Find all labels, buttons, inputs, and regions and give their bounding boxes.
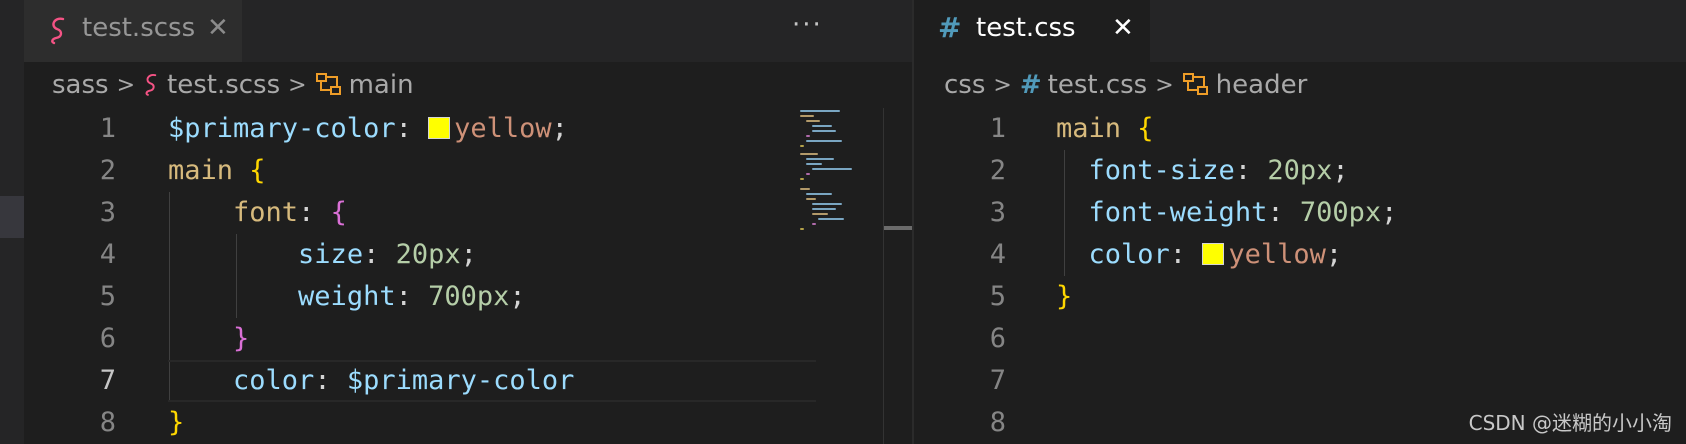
tab-label: test.css [976, 13, 1076, 43]
code-line: } [233, 323, 250, 354]
line-number: 3 [99, 197, 116, 228]
close-icon[interactable]: ✕ [1112, 13, 1134, 43]
breadcrumb: css > # test.css > header [914, 62, 1686, 108]
line-number: 6 [989, 323, 1006, 354]
current-line-number: 7 [99, 365, 116, 396]
right-editor-pane: # test.css ✕ css > # test.css > header 1… [914, 0, 1686, 444]
line-number: 8 [989, 407, 1006, 438]
line-number-gutter: 1 2 3 4 5 6 7 8 [64, 108, 116, 444]
breadcrumb-folder[interactable]: css [944, 70, 985, 100]
chevron-right-icon: > [116, 72, 136, 98]
activity-bar [0, 0, 24, 444]
breadcrumb-file[interactable]: test.scss [167, 70, 280, 100]
right-tab-bar: # test.css ✕ [914, 0, 1686, 62]
code-line: weight: 700px; [298, 281, 526, 312]
minimap[interactable] [794, 108, 874, 444]
tab-label: test.scss [82, 13, 196, 43]
line-number-gutter: 1 2 3 4 5 6 7 8 [914, 108, 1006, 444]
hash-icon: # [938, 11, 962, 44]
code-line: } [1056, 281, 1073, 312]
symbol-structure-icon [315, 72, 343, 98]
breadcrumb: sass > test.scss > main [24, 62, 912, 108]
line-number: 4 [989, 239, 1006, 270]
line-number: 1 [989, 113, 1006, 144]
code-line: $primary-color: yellow; [168, 113, 568, 144]
activity-bar-indicator [0, 196, 24, 238]
code-line: font: { [233, 197, 347, 228]
code-line: } [168, 407, 185, 438]
tab-test-css[interactable]: # test.css ✕ [914, 0, 1150, 62]
breadcrumb-symbol[interactable]: header [1216, 70, 1308, 100]
line-number: 8 [99, 407, 116, 438]
chevron-right-icon: > [288, 72, 307, 98]
code-area[interactable]: main { font-size: 20px; font-weight: 700… [1056, 108, 1676, 318]
line-number: 4 [99, 239, 116, 270]
tab-test-scss[interactable]: test.scss ✕ [24, 0, 242, 62]
watermark: CSDN @迷糊的小小淘 [1468, 411, 1672, 435]
sass-icon [143, 72, 161, 98]
scrollbar-thumb[interactable] [884, 226, 912, 230]
chevron-right-icon: > [993, 72, 1012, 98]
color-swatch[interactable] [428, 117, 451, 139]
color-swatch[interactable] [1202, 243, 1225, 265]
symbol-structure-icon [1182, 72, 1210, 98]
breadcrumb-file[interactable]: test.css [1048, 70, 1148, 100]
left-tab-bar: test.scss ✕ ··· [24, 0, 912, 62]
line-number: 1 [99, 113, 116, 144]
line-number: 6 [99, 323, 116, 354]
line-number: 2 [989, 155, 1006, 186]
line-number: 2 [99, 155, 116, 186]
code-line: size: 20px; [298, 239, 477, 270]
code-area[interactable]: $primary-color: yellow; main { font: { s… [168, 108, 816, 444]
code-line: font-size: 20px; [1088, 155, 1349, 186]
vertical-scrollbar-track[interactable] [883, 108, 884, 444]
sass-icon [48, 16, 70, 50]
close-icon[interactable]: ✕ [207, 13, 229, 43]
more-actions-icon[interactable]: ··· [792, 10, 823, 40]
line-number: 3 [989, 197, 1006, 228]
line-number: 7 [989, 365, 1006, 396]
code-line: font-weight: 700px; [1088, 197, 1398, 228]
line-number: 5 [989, 281, 1006, 312]
left-editor-pane: test.scss ✕ ··· sass > test.scss > main … [24, 0, 912, 444]
breadcrumb-symbol[interactable]: main [349, 70, 414, 100]
code-line: main { [1056, 113, 1154, 144]
breadcrumb-folder[interactable]: sass [52, 70, 109, 100]
line-number: 5 [99, 281, 116, 312]
current-code-line: color: $primary-color [168, 360, 816, 402]
chevron-right-icon: > [1155, 72, 1174, 98]
code-line: main { [168, 155, 266, 186]
code-line: color: yellow; [1088, 239, 1343, 270]
hash-icon: # [1019, 70, 1042, 100]
